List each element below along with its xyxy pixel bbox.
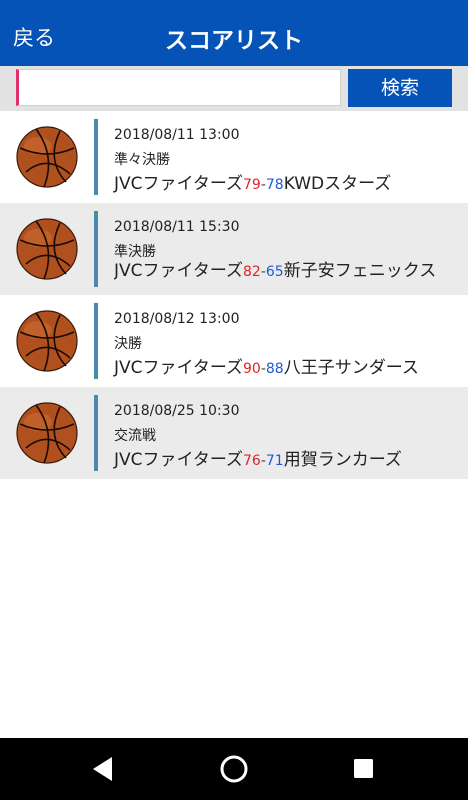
row-divider (94, 303, 98, 379)
nav-recents-button[interactable] (334, 738, 394, 800)
basketball-icon (16, 126, 78, 188)
basketball-icon (16, 310, 78, 372)
away-score: 65 (265, 264, 284, 280)
system-navigation-bar (0, 738, 468, 800)
away-score: 78 (265, 177, 284, 193)
home-team: JVCファイターズ (114, 174, 243, 194)
match-datetime: 2018/08/12 13:00 (114, 311, 240, 327)
square-recents-icon (354, 759, 373, 778)
away-team: KWDスターズ (283, 174, 392, 194)
match-result: JVCファイターズ82-65新子安フェニックス (114, 261, 454, 295)
search-input[interactable] (16, 69, 341, 106)
home-team: JVCファイターズ (114, 261, 243, 281)
row-divider (94, 119, 98, 195)
search-button[interactable]: 検索 (348, 69, 452, 107)
match-round: 準決勝 (114, 244, 156, 260)
nav-back-button[interactable] (73, 738, 133, 800)
score-list-item[interactable]: 2018/08/25 10:30 交流戦 JVCファイターズ76-71用賀ランカ… (0, 387, 468, 479)
home-score: 82 (242, 264, 261, 280)
away-score: 88 (265, 361, 284, 377)
home-score: 76 (242, 453, 261, 469)
match-datetime: 2018/08/11 15:30 (114, 219, 240, 235)
away-team: 新子安フェニックス (283, 261, 437, 281)
home-team: JVCファイターズ (114, 358, 243, 378)
away-team: 八王子サンダース (283, 358, 419, 378)
home-score: 79 (242, 177, 261, 193)
match-datetime: 2018/08/25 10:30 (114, 403, 240, 419)
nav-home-button[interactable] (204, 738, 264, 800)
row-divider (94, 395, 98, 471)
match-result: JVCファイターズ76-71用賀ランカーズ (114, 445, 464, 470)
match-result: JVCファイターズ79-78KWDスターズ (114, 169, 464, 194)
score-list: 2018/08/11 13:00 準々決勝 JVCファイターズ79-78KWDス… (0, 111, 468, 479)
app-header: 戻る スコアリスト (0, 0, 468, 66)
match-result: JVCファイターズ90-88八王子サンダース (114, 353, 464, 378)
home-score: 90 (242, 361, 261, 377)
row-divider (94, 211, 98, 287)
search-bar: 検索 (0, 66, 468, 111)
score-list-item[interactable]: 2018/08/11 13:00 準々決勝 JVCファイターズ79-78KWDス… (0, 111, 468, 203)
away-team: 用賀ランカーズ (283, 450, 402, 470)
match-round: 交流戦 (114, 428, 156, 444)
match-round: 準々決勝 (114, 152, 170, 168)
score-list-item[interactable]: 2018/08/11 15:30 準決勝 JVCファイターズ82-65新子安フェ… (0, 203, 468, 295)
score-list-item[interactable]: 2018/08/12 13:00 決勝 JVCファイターズ90-88八王子サンダ… (0, 295, 468, 387)
triangle-back-icon (93, 757, 112, 781)
basketball-icon (16, 402, 78, 464)
match-round: 決勝 (114, 336, 142, 352)
basketball-icon (16, 218, 78, 280)
home-team: JVCファイターズ (114, 450, 243, 470)
away-score: 71 (265, 453, 284, 469)
circle-home-icon (220, 755, 248, 783)
match-datetime: 2018/08/11 13:00 (114, 127, 240, 143)
page-title: スコアリスト (165, 28, 303, 54)
